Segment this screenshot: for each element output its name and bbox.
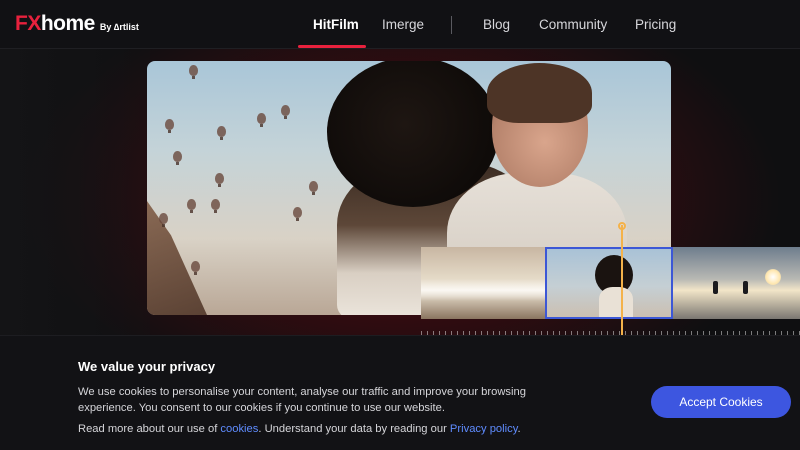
nav-item-blog[interactable]: Blog: [483, 17, 510, 32]
nav-item-pricing[interactable]: Pricing: [635, 17, 676, 32]
hot-air-balloon: [211, 199, 220, 213]
main-nav: HitFilm Imerge Blog Community Pricing: [0, 0, 800, 49]
cookie-banner-links-line: Read more about our use of cookies. Unde…: [78, 423, 521, 435]
top-navigation-bar: FX home By ∆rtlist HitFilm Imerge Blog C…: [0, 0, 800, 49]
cookie-more-suffix: .: [517, 423, 521, 435]
timeline-clip-sunset-runners[interactable]: [673, 247, 800, 319]
timeline-clip-couple-selected[interactable]: [545, 247, 673, 319]
nav-item-hitfilm[interactable]: HitFilm: [313, 17, 359, 32]
hot-air-balloon: [281, 105, 290, 119]
hot-air-balloon: [165, 119, 174, 133]
rock-formation: [147, 201, 207, 315]
nav-divider: [451, 16, 452, 34]
cookie-banner-title: We value your privacy: [78, 359, 216, 374]
cookie-banner-description: We use cookies to personalise your conte…: [78, 386, 526, 414]
clip-figure-body: [599, 287, 633, 317]
sun-glare: [765, 269, 781, 285]
playhead[interactable]: [621, 225, 623, 335]
hero-background-shade: [0, 49, 150, 335]
hot-air-balloon: [309, 181, 318, 195]
cookie-more-middle: . Understand your data by reading our: [258, 423, 450, 435]
nav-item-imerge[interactable]: Imerge: [382, 17, 424, 32]
hot-air-balloon: [217, 126, 226, 140]
man-hair: [487, 63, 592, 123]
cookie-more-prefix: Read more about our use of: [78, 423, 221, 435]
hot-air-balloon: [293, 207, 302, 221]
hot-air-balloon: [187, 199, 196, 213]
hot-air-balloon: [189, 65, 198, 79]
hot-air-balloon: [173, 151, 182, 165]
nav-item-community[interactable]: Community: [539, 17, 607, 32]
accept-cookies-button[interactable]: Accept Cookies: [651, 386, 791, 418]
runner-silhouette: [743, 281, 748, 294]
hot-air-balloon: [159, 213, 168, 227]
active-tab-underline: [298, 45, 366, 48]
hot-air-balloon: [215, 173, 224, 187]
runner-silhouette: [713, 281, 718, 294]
hot-air-balloon: [191, 261, 200, 275]
editing-timeline[interactable]: [421, 222, 800, 335]
cookies-link[interactable]: cookies: [220, 423, 258, 435]
privacy-policy-link[interactable]: Privacy policy: [450, 423, 518, 435]
cookie-consent-banner: We value your privacy We use cookies to …: [0, 335, 800, 450]
hero-section: [0, 49, 800, 335]
timeline-clip-fog[interactable]: [421, 247, 545, 319]
fog-layer: [421, 279, 545, 301]
hot-air-balloon: [257, 113, 266, 127]
